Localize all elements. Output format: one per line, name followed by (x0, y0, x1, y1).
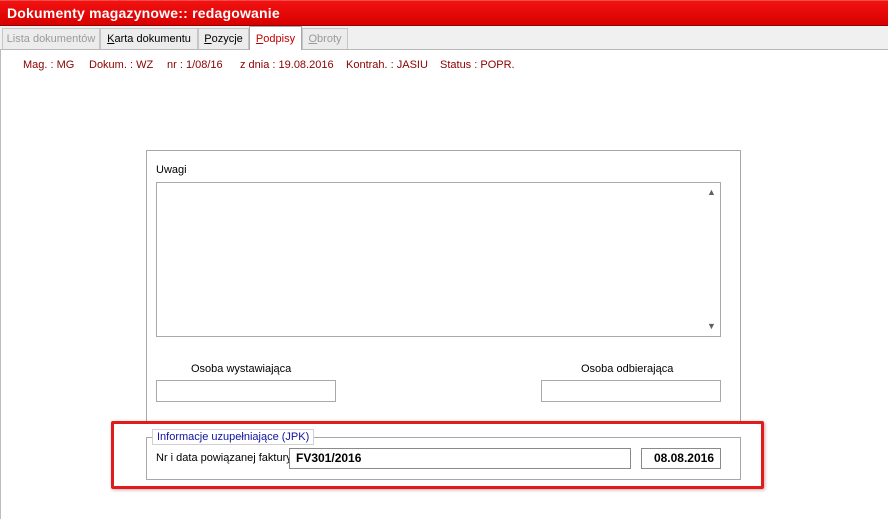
tab-mnemonic: P (204, 33, 212, 45)
tab-label: ozycje (211, 33, 243, 45)
tab-podpisy[interactable]: Podpisy (249, 26, 302, 50)
window-title: Dokumenty magazynowe:: redagowanie (7, 5, 280, 21)
info-date: z dnia : 19.08.2016 (240, 59, 334, 71)
info-mag: Mag. : MG (23, 59, 75, 71)
tab-label: arta dokumentu (114, 33, 191, 45)
tab-pozycje[interactable]: Pozycje (198, 28, 249, 49)
info-nr: nr : 1/08/16 (167, 59, 223, 71)
osoba-wystawiajaca-input[interactable] (156, 380, 336, 402)
osoba-odbierajaca-input[interactable] (541, 380, 721, 402)
tab-label: broty (317, 33, 342, 45)
tab-strip: Lista dokumentów Karta dokumentu Pozycje… (0, 26, 888, 50)
osoba-wystawiajaca-label: Osoba wystawiająca (191, 363, 292, 375)
info-kontrah: Kontrah. : JASIU (346, 59, 428, 71)
tab-mnemonic: O (308, 33, 318, 45)
tab-lista-dokumentow[interactable]: Lista dokumentów (2, 28, 100, 49)
scroll-up-icon[interactable]: ▲ (705, 186, 718, 199)
info-status: Status : POPR. (440, 59, 515, 71)
annotation-highlight-box (111, 421, 764, 489)
uwagi-textarea[interactable]: ▲ ▼ (156, 182, 721, 337)
tab-label: Lista dokumentów (6, 33, 96, 45)
scroll-down-icon[interactable]: ▼ (705, 320, 718, 333)
tab-label: odpisy (263, 33, 296, 45)
tab-obroty[interactable]: Obroty (302, 28, 348, 49)
info-dokum: Dokum. : WZ (89, 59, 154, 71)
osoba-odbierajaca-label: Osoba odbierająca (581, 363, 674, 375)
uwagi-label: Uwagi (156, 164, 187, 176)
title-bar: Dokumenty magazynowe:: redagowanie (0, 0, 888, 26)
tab-karta-dokumentu[interactable]: Karta dokumentu (100, 28, 198, 49)
